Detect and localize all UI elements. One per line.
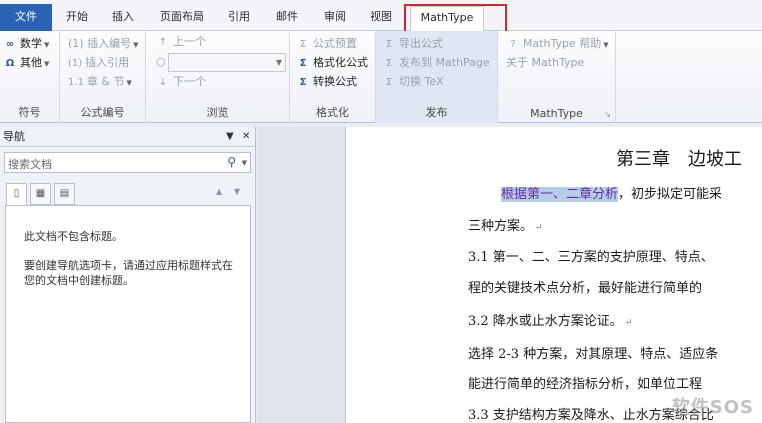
chapter-heading: 第三章 边坡工 — [616, 149, 742, 170]
next-button[interactable]: ↓ 下一个 — [156, 73, 206, 91]
paragraph-line: 选择 2-3 种方案，对其原理、特点、适应条 — [468, 347, 719, 362]
paragraph-line: 程的关键技术点分析，最好能进行简单的 — [468, 281, 703, 296]
navigation-pane-header: 导航 ▼ ✕ — [0, 127, 256, 147]
help-icon: ? — [510, 39, 516, 50]
format-equations-button[interactable]: Σ 格式化公式 — [296, 54, 368, 72]
sigma-format-icon: Σ — [299, 58, 307, 69]
pages-grid-icon: ▦ — [35, 188, 46, 199]
sigma-icon: Σ — [299, 39, 307, 50]
watermark-logo: 软件SOS — [671, 397, 754, 418]
sigma-convert-icon: Σ — [299, 77, 307, 88]
group-label-publish: 发布 — [425, 106, 448, 119]
chapter-section-button[interactable]: 1.1 章 & 节 ▼ — [68, 73, 132, 91]
dropdown-arrow-icon: ▼ — [275, 58, 282, 67]
paragraph-line: 三种方案。 ↵ — [468, 219, 543, 234]
browse-type-select[interactable]: ▼ — [168, 53, 286, 72]
export-equations-button[interactable]: Σ 导出公式 — [382, 35, 443, 53]
headings-icon: ▯ — [13, 188, 20, 199]
navigation-pane: 导航 ▼ ✕ 搜索文档 ⚲ ▼ ▯ ▦ ▤ ▲ ▼ 此文档不包含标题。 要创建导… — [0, 127, 256, 423]
create-headings-hint: 要创建导航选项卡，请通过应用标题样式在您的文档中创建标题。 — [24, 259, 233, 287]
no-headings-message: 此文档不包含标题。 — [24, 230, 123, 243]
dropdown-arrow-icon: ▼ — [44, 41, 50, 49]
navigation-pane-title: 导航 — [3, 130, 25, 143]
group-label-format: 格式化 — [316, 106, 349, 119]
paragraph-line: 3.1 第一、二、三方案的支护原理、特点、 — [468, 250, 714, 265]
close-icon[interactable]: ✕ — [242, 127, 250, 147]
group-label-browse: 浏览 — [206, 106, 229, 119]
publish-icon: Σ — [385, 58, 393, 69]
tab-browse-results[interactable]: ▤ — [54, 183, 75, 205]
selected-text[interactable]: 根据第一、二章分析 — [501, 187, 619, 202]
group-mathtype: ? MathType 帮助 ▼ 关于 MathType MathType ↘ — [498, 31, 616, 123]
browse-type-icon: ○ — [156, 55, 166, 68]
toggle-tex-button[interactable]: Σ 切换 TeX — [382, 73, 444, 91]
results-list-icon: ▤ — [59, 188, 70, 199]
pane-options-icon[interactable]: ▼ — [226, 127, 234, 147]
math-symbols-button[interactable]: ∞ 数学 ▼ — [3, 35, 50, 53]
export-icon: Σ — [385, 39, 393, 50]
tab-mailings[interactable]: 邮件 — [272, 6, 302, 31]
dialog-launcher-icon[interactable]: ↘ — [604, 110, 611, 119]
insert-number-button[interactable]: (1) 插入编号 ▼ — [68, 35, 138, 53]
tab-page-layout[interactable]: 页面布局 — [156, 6, 208, 31]
dropdown-arrow-icon: ▼ — [603, 41, 609, 49]
next-result-icon[interactable]: ▼ — [234, 187, 240, 196]
tab-insert[interactable]: 插入 — [108, 6, 138, 31]
group-browse: ↑ 上一个 ○ ↓ 下一个 浏览 — [146, 31, 290, 123]
group-publish: Σ 导出公式 Σ 发布到 MathPage Σ 切换 TeX 发布 — [376, 31, 498, 123]
search-document-input[interactable]: 搜索文档 ⚲ ▼ — [4, 152, 251, 173]
paragraph-line: 根据第一、二章分析，初步拟定可能采 — [501, 187, 723, 202]
ribbon: ∞ 数学 ▼ Ω 其他 ▼ 符号 (1) 插入编号 ▼ (1) 插入引用 1.1 章 & 节 ▼… — [0, 31, 762, 123]
tab-browse-pages[interactable]: ▦ — [30, 183, 51, 205]
equation-preferences-button[interactable]: Σ 公式预置 — [296, 35, 357, 53]
down-arrow-icon: ↓ — [158, 77, 168, 88]
search-icon[interactable]: ⚲ — [227, 155, 236, 169]
group-label-numbering: 公式编号 — [80, 106, 125, 119]
dropdown-arrow-icon: ▼ — [126, 79, 132, 87]
reference-icon: (1) — [68, 58, 83, 69]
tab-home[interactable]: 开始 — [62, 6, 92, 31]
search-options-icon[interactable]: ▼ — [242, 159, 247, 167]
group-label-mathtype: MathType — [530, 107, 583, 120]
group-format: Σ 公式预置 Σ 格式化公式 Σ 转换公式 格式化 — [290, 31, 376, 123]
document-area: 第三章 边坡工 根据第一、二章分析，初步拟定可能采 三种方案。 ↵ 3.1 第一、… — [257, 127, 762, 423]
tab-file[interactable]: 文件 — [0, 4, 52, 31]
paragraph-mark-icon: ↵ — [535, 223, 543, 233]
tab-review[interactable]: 审阅 — [320, 6, 350, 31]
previous-result-icon[interactable]: ▲ — [216, 187, 222, 196]
up-arrow-icon: ↑ — [158, 37, 168, 48]
dropdown-arrow-icon: ▼ — [44, 60, 50, 68]
paragraph-line: 3.2 降水或止水方案论证。 ↵ — [468, 314, 633, 329]
group-label-symbols: 符号 — [18, 106, 41, 119]
publish-mathpage-button[interactable]: Σ 发布到 MathPage — [382, 54, 490, 72]
omega-icon: Ω — [5, 58, 15, 69]
group-symbols: ∞ 数学 ▼ Ω 其他 ▼ 符号 — [0, 31, 60, 123]
mathtype-help-button[interactable]: ? MathType 帮助 ▼ — [506, 35, 609, 53]
insert-reference-button[interactable]: (1) 插入引用 — [68, 54, 129, 72]
convert-equations-button[interactable]: Σ 转换公式 — [296, 73, 357, 91]
tab-mathtype[interactable]: MathType — [410, 6, 484, 32]
search-placeholder: 搜索文档 — [8, 158, 52, 171]
paragraph-line: 能进行简单的经济指标分析，如单位工程 — [468, 377, 703, 392]
document-page[interactable]: 第三章 边坡工 根据第一、二章分析，初步拟定可能采 三种方案。 ↵ 3.1 第一、… — [345, 127, 762, 423]
dropdown-arrow-icon: ▼ — [133, 41, 139, 49]
ribbon-tab-bar: 文件 开始 插入 页面布局 引用 邮件 审阅 视图 MathType — [0, 0, 762, 32]
tab-browse-headings[interactable]: ▯ — [6, 183, 27, 207]
infinity-icon: ∞ — [5, 39, 15, 50]
group-numbering: (1) 插入编号 ▼ (1) 插入引用 1.1 章 & 节 ▼ 公式编号 — [60, 31, 146, 123]
paragraph-mark-icon: ↵ — [624, 318, 633, 328]
previous-button[interactable]: ↑ 上一个 — [156, 33, 206, 51]
chapter-section-icon: 1.1 — [68, 77, 84, 88]
about-mathtype-button[interactable]: 关于 MathType — [506, 54, 584, 72]
tab-references[interactable]: 引用 — [224, 6, 254, 31]
tab-view[interactable]: 视图 — [366, 6, 396, 31]
navigation-results-panel: 此文档不包含标题。 要创建导航选项卡，请通过应用标题样式在您的文档中创建标题。 — [5, 205, 251, 423]
tex-icon: Σ — [385, 77, 393, 88]
other-symbols-button[interactable]: Ω 其他 ▼ — [3, 54, 50, 72]
